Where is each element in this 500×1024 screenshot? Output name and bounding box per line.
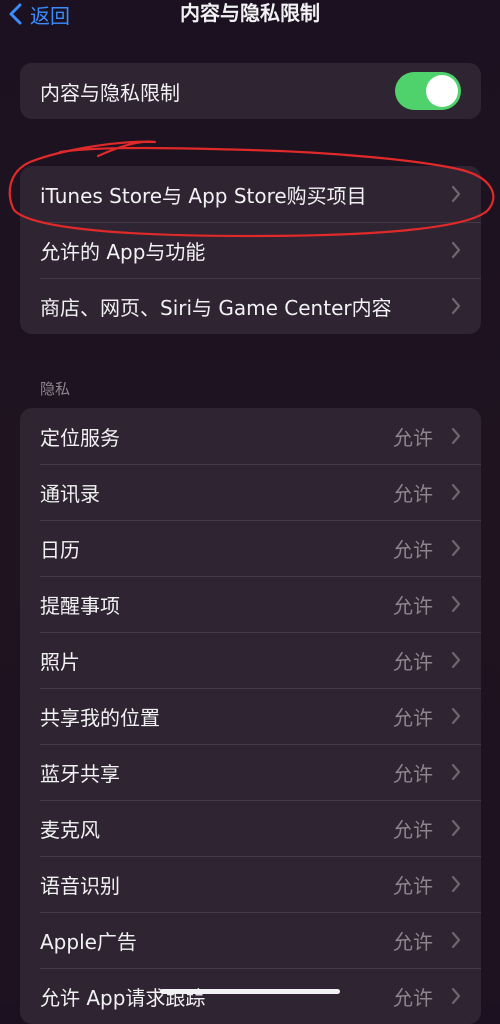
master-toggle-label: 内容与隐私限制 [40, 80, 180, 105]
row-value: 允许 [393, 649, 433, 674]
row-label: 日历 [40, 537, 80, 562]
row-label: 允许的 App与功能 [40, 239, 206, 264]
row-value: 允许 [393, 537, 433, 562]
chevron-right-icon [451, 241, 461, 259]
apple-advertising-row[interactable]: Apple广告 允许 [20, 912, 481, 968]
row-value: 允许 [393, 481, 433, 506]
content-privacy-toggle[interactable] [395, 72, 461, 110]
microphone-row[interactable]: 麦克风 允许 [20, 800, 481, 856]
row-label: 蓝牙共享 [40, 761, 120, 786]
calendars-row[interactable]: 日历 允许 [20, 520, 481, 576]
row-label: 共享我的位置 [40, 705, 160, 730]
allowed-apps-row[interactable]: 允许的 App与功能 [20, 222, 481, 278]
row-label: 麦克风 [40, 817, 100, 842]
row-label: 允许 App请求跟踪 [40, 985, 206, 1010]
row-value: 允许 [393, 929, 433, 954]
speech-recognition-row[interactable]: 语音识别 允许 [20, 856, 481, 912]
master-toggle-row: 内容与隐私限制 [20, 63, 481, 119]
privacy-section-header: 隐私 [40, 380, 71, 398]
chevron-right-icon [451, 707, 461, 725]
row-label: 语音识别 [40, 873, 120, 898]
chevron-right-icon [451, 539, 461, 557]
row-label: 通讯录 [40, 481, 100, 506]
location-services-row[interactable]: 定位服务 允许 [20, 408, 481, 464]
chevron-right-icon [451, 763, 461, 781]
chevron-right-icon [451, 483, 461, 501]
privacy-group: 定位服务 允许 通讯录 允许 日历 允许 提醒事项 允许 照片 允许 共享我的位… [20, 408, 481, 1024]
row-value: 允许 [393, 817, 433, 842]
chevron-right-icon [451, 875, 461, 893]
row-value: 允许 [393, 873, 433, 898]
toggle-knob [426, 75, 458, 107]
reminders-row[interactable]: 提醒事项 允许 [20, 576, 481, 632]
content-restrictions-row[interactable]: 商店、网页、Siri与 Game Center内容 [20, 278, 481, 334]
page-title: 内容与隐私限制 [180, 1, 320, 25]
row-value: 允许 [393, 425, 433, 450]
app-tracking-request-row[interactable]: 允许 App请求跟踪 允许 [20, 968, 481, 1024]
chevron-right-icon [451, 297, 461, 315]
home-indicator[interactable] [160, 989, 340, 994]
bluetooth-sharing-row[interactable]: 蓝牙共享 允许 [20, 744, 481, 800]
row-label: 商店、网页、Siri与 Game Center内容 [40, 295, 392, 320]
row-label: 定位服务 [40, 425, 120, 450]
chevron-right-icon [451, 819, 461, 837]
chevron-right-icon [451, 185, 461, 203]
restrictions-group: iTunes Store与 App Store购买项目 允许的 App与功能 商… [20, 166, 481, 334]
row-value: 允许 [393, 761, 433, 786]
itunes-app-store-purchases-row[interactable]: iTunes Store与 App Store购买项目 [20, 166, 481, 222]
chevron-right-icon [451, 427, 461, 445]
row-value: 允许 [393, 593, 433, 618]
photos-row[interactable]: 照片 允许 [20, 632, 481, 688]
share-my-location-row[interactable]: 共享我的位置 允许 [20, 688, 481, 744]
chevron-right-icon [451, 651, 461, 669]
row-label: iTunes Store与 App Store购买项目 [40, 183, 367, 208]
chevron-right-icon [451, 987, 461, 1005]
chevron-right-icon [451, 595, 461, 613]
master-toggle-group: 内容与隐私限制 [20, 63, 481, 119]
row-label: 照片 [40, 649, 80, 674]
chevron-right-icon [451, 931, 461, 949]
row-value: 允许 [393, 985, 433, 1010]
row-value: 允许 [393, 705, 433, 730]
row-label: 提醒事项 [40, 593, 120, 618]
navigation-bar: 返回 内容与隐私限制 [0, 0, 500, 30]
row-label: Apple广告 [40, 929, 137, 954]
contacts-row[interactable]: 通讯录 允许 [20, 464, 481, 520]
